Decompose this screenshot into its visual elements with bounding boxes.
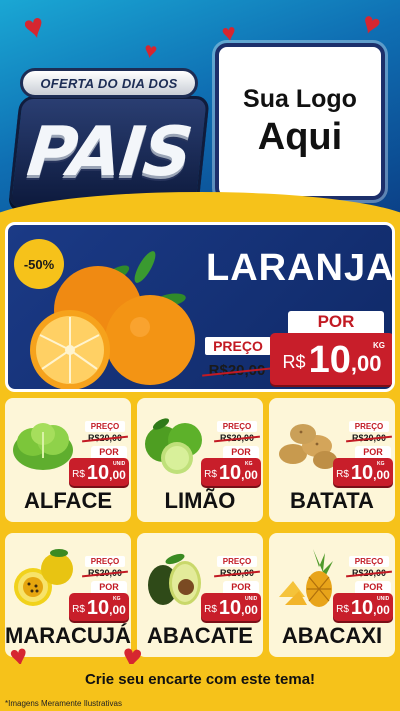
price-decimal: ,00 [350, 351, 382, 376]
price-decimal: ,00 [373, 468, 390, 482]
unit-label: UNID [113, 461, 126, 467]
price-integer: 10 [86, 462, 110, 484]
preco-label: PREÇO [349, 556, 389, 567]
heart-icon: ♥ [357, 5, 386, 44]
product-card: PREÇO R$20,00 POR R$ 10,00 UNID ABACAXI [269, 533, 395, 657]
preco-label: PREÇO [85, 421, 125, 432]
preco-label: PREÇO [217, 421, 257, 432]
por-label: POR [288, 311, 384, 333]
unit-label: KG [245, 461, 253, 467]
currency-symbol: R$ [72, 469, 85, 480]
cta-banner: Crie seu encarte com este tema! [5, 664, 395, 694]
store-logo-placeholder: Sua Logo Aqui [215, 43, 385, 200]
featured-product-card: -50% LARANJA PREÇO R$20,00 POR R$ 10 ,00… [5, 222, 395, 392]
currency-symbol: R$ [72, 604, 85, 615]
price-integer: 10 [86, 597, 110, 619]
passion-fruit-icon [14, 549, 73, 606]
price-decimal: ,00 [373, 603, 390, 617]
preco-label: PREÇO [85, 556, 125, 567]
product-name: BATATA [290, 488, 374, 513]
campaign-word: PAIS [23, 112, 195, 192]
logo-text-line2: Aqui [257, 115, 343, 158]
price-integer: 10 [350, 597, 374, 619]
currency-symbol: R$ [336, 469, 349, 480]
por-label: POR [223, 446, 259, 458]
potato-icon [279, 424, 337, 469]
unit-label: UNID [245, 596, 258, 602]
pineapple-icon [279, 549, 333, 607]
header-banner: ♥ ♥ ♥ ♥ ♥ ♥ ♥ PAIS OFERTA DO DIA DOS Sua… [0, 0, 400, 222]
por-label: POR [355, 581, 391, 593]
price-integer: 10 [308, 339, 351, 381]
product-name: LARANJA [206, 247, 395, 289]
preco-label: PREÇO [205, 337, 271, 355]
price-integer: 10 [218, 597, 242, 619]
logo-text-line1: Sua Logo [243, 84, 357, 113]
old-price: R$20,00 [216, 433, 258, 443]
product-name: ABACAXI [281, 623, 383, 648]
product-card: PREÇO R$20,00 POR R$ 10,00 KG LIMÃO [137, 398, 263, 522]
unit-label: KG [373, 341, 385, 350]
unit-label: KG [113, 596, 121, 602]
old-price: R$20,00 [216, 568, 258, 578]
preco-label: PREÇO [349, 421, 389, 432]
unit-label: KG [377, 461, 385, 467]
price-decimal: ,00 [109, 468, 126, 482]
unit-label: UNID [377, 596, 390, 602]
product-name: LIMÃO [164, 488, 236, 513]
por-label: POR [91, 446, 127, 458]
old-price: R$20,00 [348, 433, 390, 443]
old-price: R$20,00 [348, 568, 390, 578]
old-price: R$20,00 [84, 568, 126, 578]
price-decimal: ,00 [241, 468, 258, 482]
old-price: R$20,00 [204, 362, 270, 379]
heart-icon: ♥ [19, 6, 49, 48]
product-card: PREÇO R$20,00 POR R$ 10,00 UNID ABACATE [137, 533, 263, 657]
disclaimer: *Imagens Meramente Ilustrativas [5, 699, 122, 708]
por-label: POR [223, 581, 259, 593]
por-label: POR [91, 581, 127, 593]
currency-symbol: R$ [204, 469, 217, 480]
currency-symbol: R$ [336, 604, 349, 615]
lime-icon [145, 418, 202, 474]
price-integer: 10 [218, 462, 242, 484]
campaign-word-plate: PAIS [8, 96, 210, 208]
currency-symbol: R$ [204, 604, 217, 615]
old-price: R$20,00 [84, 433, 126, 443]
preco-label: PREÇO [217, 556, 257, 567]
campaign-logo: PAIS OFERTA DO DIA DOS [8, 60, 210, 210]
price-decimal: ,00 [241, 603, 258, 617]
product-name: ALFACE [24, 488, 112, 513]
product-card: PREÇO R$20,00 POR R$ 10,00 KG BATATA [269, 398, 395, 522]
por-label: POR [355, 446, 391, 458]
price-decimal: ,00 [109, 603, 126, 617]
currency-symbol: R$ [282, 352, 306, 372]
product-card: PREÇO R$20,00 POR R$ 10,00 UNID ALFACE [5, 398, 131, 522]
product-name: ABACATE [147, 623, 253, 648]
price-integer: 10 [350, 462, 374, 484]
avocado-icon [148, 553, 201, 605]
campaign-ribbon: OFERTA DO DIA DOS [20, 68, 198, 98]
lettuce-icon [13, 423, 73, 470]
discount-badge: -50% [14, 239, 64, 289]
